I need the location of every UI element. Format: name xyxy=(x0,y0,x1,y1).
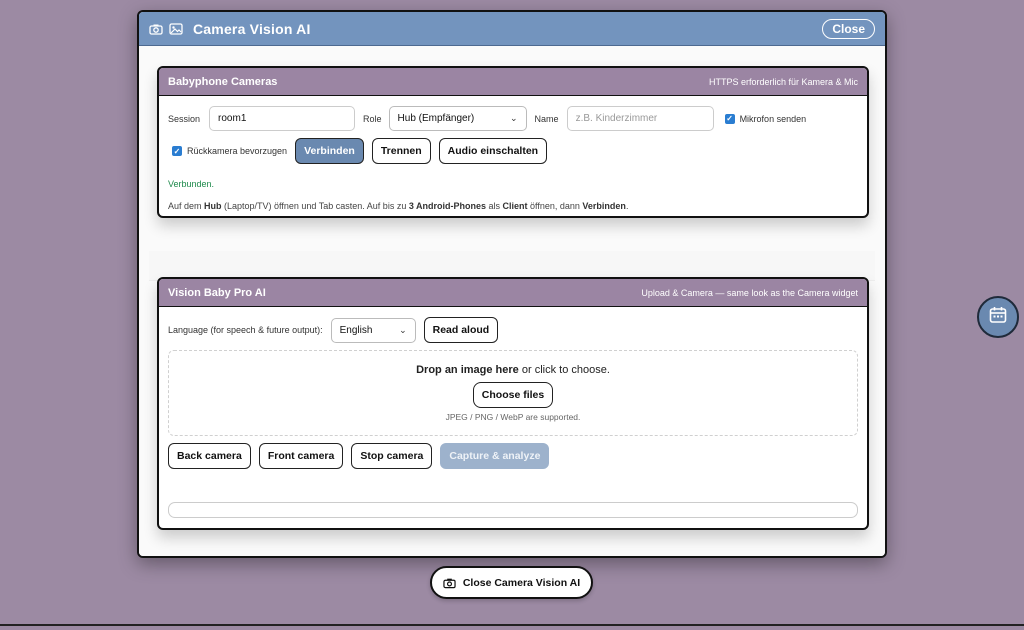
chevron-down-icon: ⌄ xyxy=(399,324,407,335)
modal-title: Camera Vision AI xyxy=(193,20,311,37)
rear-camera-checkbox[interactable]: ✓ xyxy=(172,146,182,156)
stop-camera-button[interactable]: Stop camera xyxy=(351,443,433,469)
name-input[interactable]: z.B. Kinderzimmer xyxy=(566,106,714,131)
modal-body: Babyphone Cameras HTTPS erforderlich für… xyxy=(139,46,885,556)
help-text: Auf dem Hub (Laptop/TV) öffnen und Tab c… xyxy=(168,201,629,211)
back-camera-button[interactable]: Back camera xyxy=(168,443,251,469)
role-select[interactable]: Hub (Empfänger) ⌄ xyxy=(388,106,527,131)
connection-status: Verbunden. xyxy=(168,179,215,189)
vision-title: Vision Baby Pro AI xyxy=(168,286,266,299)
babyphone-card: Babyphone Cameras HTTPS erforderlich für… xyxy=(157,66,869,218)
mic-checkbox[interactable]: ✓ xyxy=(724,113,735,124)
calendar-icon xyxy=(988,305,1008,330)
camera-icon xyxy=(149,22,163,36)
vision-note: Upload & Camera — same look as the Camer… xyxy=(641,287,858,298)
session-label: Session xyxy=(168,113,201,124)
page-bottom-border xyxy=(0,624,1024,626)
camera-icon xyxy=(443,577,456,589)
disconnect-button[interactable]: Trennen xyxy=(371,138,431,164)
close-camera-vision-label: Close Camera Vision AI xyxy=(462,576,581,589)
audio-enable-button[interactable]: Audio einschalten xyxy=(438,138,548,164)
https-note: HTTPS erforderlich für Kamera & Mic xyxy=(708,76,858,87)
camera-vision-modal: Camera Vision AI Close Babyphone Cameras… xyxy=(137,10,887,558)
role-label: Role xyxy=(363,113,382,124)
capture-analyze-button[interactable]: Capture & analyze xyxy=(440,443,550,469)
chevron-down-icon: ⌄ xyxy=(510,113,518,123)
rear-camera-label: Rückkamera bevorzugen xyxy=(187,146,288,156)
dropzone-text: Drop an image here or click to choose. xyxy=(416,364,610,376)
role-select-value: Hub (Empfänger) xyxy=(397,113,475,124)
connect-button[interactable]: Verbinden xyxy=(295,138,364,164)
language-label: Language (for speech & future output): xyxy=(168,325,323,335)
name-label: Name xyxy=(534,113,559,124)
mic-label: Mikrofon senden xyxy=(739,113,807,124)
session-input[interactable]: room1 xyxy=(209,106,356,131)
result-progress-bar xyxy=(168,502,858,518)
vision-card-header: Vision Baby Pro AI Upload & Camera — sam… xyxy=(159,279,867,307)
vision-card: Vision Baby Pro AI Upload & Camera — sam… xyxy=(157,277,869,530)
calendar-fab[interactable] xyxy=(977,296,1019,338)
image-icon xyxy=(169,22,183,36)
image-dropzone[interactable]: Drop an image here or click to choose. C… xyxy=(168,350,858,436)
close-button[interactable]: Close xyxy=(822,18,875,39)
read-aloud-button[interactable]: Read aloud xyxy=(423,317,499,343)
babyphone-card-header: Babyphone Cameras HTTPS erforderlich für… xyxy=(159,68,867,96)
language-select[interactable]: English ⌄ xyxy=(330,317,416,343)
choose-files-button[interactable]: Choose files xyxy=(472,382,554,408)
close-camera-vision-button[interactable]: Close Camera Vision AI xyxy=(430,566,593,599)
supported-formats: JPEG / PNG / WebP are supported. xyxy=(445,412,581,422)
babyphone-title: Babyphone Cameras xyxy=(168,75,278,88)
language-select-value: English xyxy=(339,324,373,336)
front-camera-button[interactable]: Front camera xyxy=(258,443,344,469)
modal-header: Camera Vision AI Close xyxy=(139,12,885,46)
